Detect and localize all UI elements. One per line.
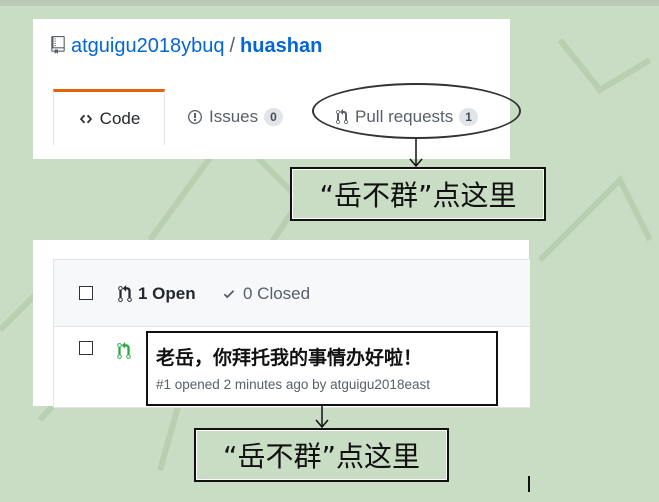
issue-opened-icon <box>187 109 203 125</box>
closed-count-label: 0 Closed <box>243 284 311 303</box>
closed-filter[interactable]: 0 Closed <box>221 284 310 304</box>
pr-title-link[interactable]: 老岳，你拜托我的事情办好啦！ <box>156 343 422 370</box>
select-all-checkbox[interactable] <box>79 286 93 300</box>
repo-title: atguigu2018ybuq / huashan <box>51 35 322 60</box>
callout-click-here-pr-title: “岳不群”点这里 <box>194 428 449 482</box>
repo-name-link[interactable]: huashan <box>240 35 322 57</box>
tab-issues[interactable]: Issues 0 <box>187 89 283 145</box>
tab-code[interactable]: Code <box>53 89 165 145</box>
open-filter[interactable]: 1 Open <box>118 284 196 304</box>
repo-separator: / <box>229 35 236 57</box>
down-arrow-icon <box>409 139 423 168</box>
pr-list-header: 1 Open 0 Closed <box>54 260 530 327</box>
repo-owner-link[interactable]: atguigu2018ybuq <box>71 35 224 57</box>
down-arrow-icon <box>315 406 329 429</box>
tab-code-label: Code <box>99 108 141 128</box>
issues-counter: 0 <box>264 108 283 126</box>
callout-click-here-pull-requests: “岳不群”点这里 <box>290 167 546 221</box>
open-pr-icon <box>117 342 131 365</box>
highlight-ellipse <box>312 83 521 139</box>
pr-row-checkbox[interactable] <box>79 341 93 355</box>
pr-meta: #1 opened 2 minutes ago by atguigu2018ea… <box>156 377 430 392</box>
code-icon <box>78 112 94 126</box>
git-pull-request-icon <box>118 285 132 302</box>
text-cursor <box>528 476 530 492</box>
tab-issues-label: Issues <box>209 107 259 126</box>
check-icon <box>223 290 235 299</box>
repo-icon <box>51 36 65 60</box>
pr-row[interactable]: 老岳，你拜托我的事情办好啦！ #1 opened 2 minutes ago b… <box>146 331 498 406</box>
open-count-label: 1 Open <box>138 284 196 303</box>
